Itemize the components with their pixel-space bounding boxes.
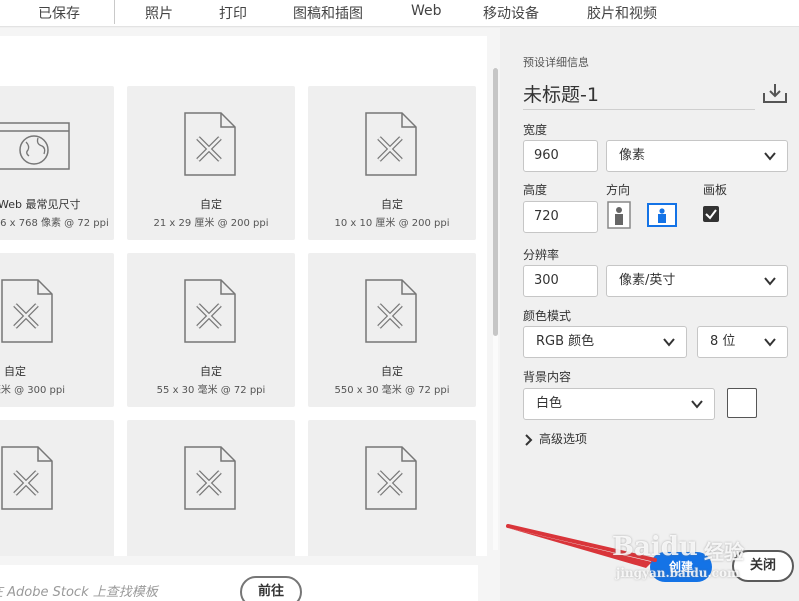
go-button[interactable]: 前往 [240,576,302,601]
document-icon [365,446,417,510]
height-label: 高度 [523,183,548,197]
preset-area: Web 最常见尺寸 1366 x 768 像素 @ 72 ppi 自定 21 x… [0,28,500,601]
landscape-orientation-icon[interactable] [647,203,677,227]
tab-mobile[interactable]: 移动设备 [483,3,539,23]
resolution-unit-value: 像素/英寸 [619,273,676,288]
background-select[interactable]: 白色 [523,388,715,420]
stock-search-bar: 前往 [0,565,478,601]
resolution-input[interactable]: 300 [523,265,598,297]
document-icon [184,446,236,510]
background-color-swatch[interactable] [727,388,757,418]
bit-depth-select[interactable]: 8 位 [697,326,788,358]
preset-card[interactable] [0,420,114,556]
chevron-down-icon [691,400,703,409]
preset-card-size: 55 x 30 毫米 @ 72 ppi [156,385,266,396]
height-input[interactable]: 720 [523,201,598,233]
background-label: 背景内容 [523,370,572,384]
preset-card[interactable]: 自定 55 x 30 毫米 @ 72 ppi [127,253,295,407]
create-button[interactable]: 创建 [650,552,712,582]
tab-print[interactable]: 打印 [219,3,247,23]
preset-scrollbar[interactable] [493,68,498,550]
document-icon [184,279,236,343]
document-icon [184,112,236,176]
scrollbar-thumb[interactable] [493,68,498,336]
preset-card-title: 自定 [381,198,403,211]
preset-card[interactable]: 自定 10 x 10 厘米 @ 200 ppi [308,86,476,240]
document-icon [365,112,417,176]
chevron-right-icon [525,433,533,446]
tab-art-illustration[interactable]: 图稿和插图 [293,3,363,23]
tab-saved[interactable]: 已保存 [38,3,80,23]
checkmark-icon [705,209,717,220]
advanced-options-toggle[interactable]: 高级选项 [525,430,587,447]
preset-card[interactable]: 自定 10 x 10 毫米 @ 300 ppi [0,253,114,407]
preset-card-title: 自定 [200,365,222,378]
advanced-options-label: 高级选项 [539,432,588,446]
portrait-orientation-icon[interactable] [607,201,631,229]
preset-card[interactable]: 自定 21 x 29 厘米 @ 200 ppi [127,86,295,240]
tab-film-video[interactable]: 胶片和视频 [587,3,657,23]
save-preset-icon[interactable] [763,82,787,104]
close-button[interactable]: 关闭 [732,550,794,582]
preset-card[interactable] [308,420,476,556]
preset-card[interactable]: Web 最常见尺寸 1366 x 768 像素 @ 72 ppi [0,86,114,240]
preset-card[interactable] [127,420,295,556]
document-icon [1,446,53,510]
preset-card[interactable]: 自定 550 x 30 毫米 @ 72 ppi [308,253,476,407]
preset-category-tabs: 已保存 照片 打印 图稿和插图 Web 移动设备 胶片和视频 [0,0,799,27]
chevron-down-icon [764,277,776,286]
preset-card-size: 10 x 10 毫米 @ 300 ppi [0,385,65,396]
tab-web[interactable]: Web [411,3,442,19]
width-label: 宽度 [523,123,548,137]
chevron-down-icon [764,152,776,161]
width-input[interactable]: 960 [523,140,598,172]
preset-grid: Web 最常见尺寸 1366 x 768 像素 @ 72 ppi 自定 21 x… [0,36,487,556]
tab-divider [114,0,115,24]
document-icon [1,279,53,343]
orientation-label: 方向 [606,183,631,197]
stock-search-input[interactable] [0,578,234,601]
resolution-unit-select[interactable]: 像素/英寸 [606,265,788,297]
color-mode-select[interactable]: RGB 颜色 [523,326,687,358]
color-mode-label: 颜色模式 [523,309,572,323]
preset-card-title: 自定 [381,365,403,378]
chevron-down-icon [663,338,675,347]
color-mode-value: RGB 颜色 [536,334,595,349]
document-icon [365,279,417,343]
document-name-field[interactable]: 未标题-1 [523,82,755,110]
preset-card-title: 自定 [200,198,222,211]
preset-card-size: 21 x 29 厘米 @ 200 ppi [153,218,269,229]
preset-card-size: 550 x 30 毫米 @ 72 ppi [334,385,450,396]
preset-details-panel: 预设详细信息 未标题-1 宽度 960 像素 高度 方向 画板 720 分辨率 … [503,28,799,601]
preset-card-size: 10 x 10 厘米 @ 200 ppi [334,218,450,229]
width-unit-value: 像素 [619,148,646,163]
resolution-label: 分辨率 [523,248,560,262]
artboard-label: 画板 [703,183,728,197]
background-value: 白色 [536,396,563,411]
width-unit-select[interactable]: 像素 [606,140,788,172]
chevron-down-icon [764,338,776,347]
globe-icon [0,122,70,170]
artboard-checkbox[interactable] [703,206,719,222]
bit-depth-value: 8 位 [710,334,736,349]
preset-details-heading: 预设详细信息 [523,56,589,69]
tab-photo[interactable]: 照片 [145,3,173,23]
